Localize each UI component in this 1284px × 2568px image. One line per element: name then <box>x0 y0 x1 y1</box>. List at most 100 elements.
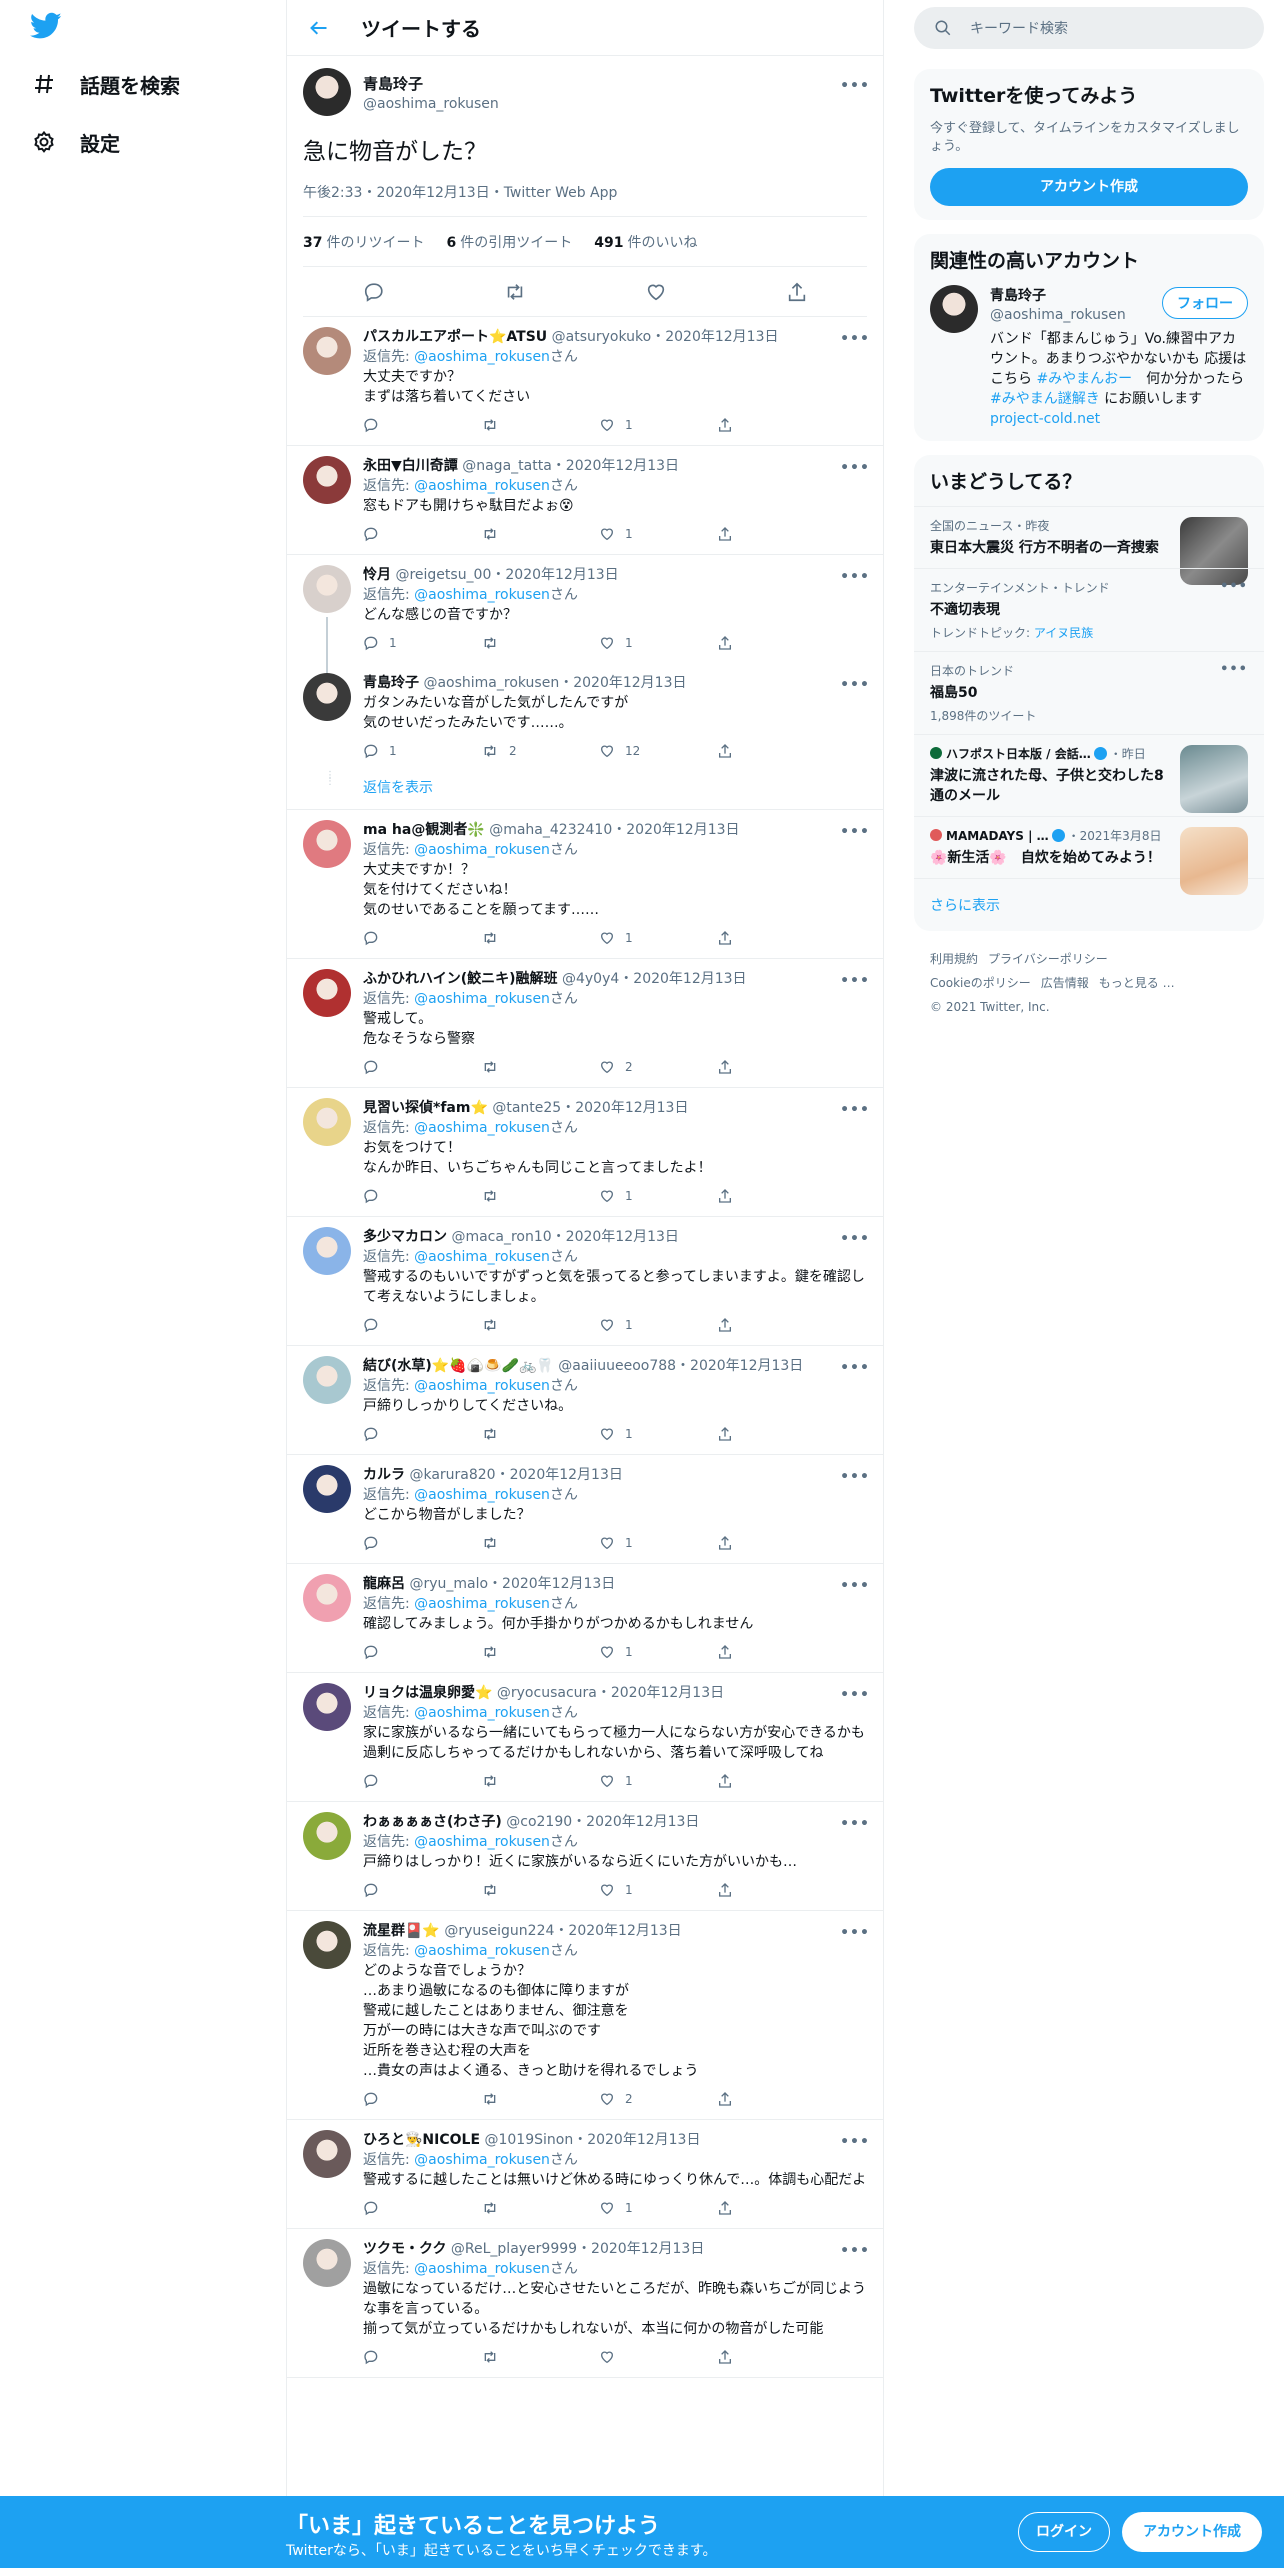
retweet-button[interactable] <box>481 526 599 542</box>
reply-button[interactable] <box>363 1773 481 1789</box>
reply-button[interactable] <box>363 930 481 946</box>
reply-button[interactable] <box>363 1644 481 1660</box>
more-options-icon[interactable]: ••• <box>1220 579 1248 594</box>
share-button[interactable] <box>717 635 835 651</box>
like-button[interactable]: 1 <box>599 930 717 946</box>
reply-tweet[interactable]: 青島玲子 @aoshima_rokusen・2020年12月13日 ガタンみたいな… <box>287 663 883 771</box>
follow-button[interactable]: フォロー <box>1162 287 1248 319</box>
like-button[interactable]: 1 <box>599 1535 717 1551</box>
reply-tweet[interactable]: わぁぁぁぁさ(わさ子) @co2190・2020年12月13日 返信先: @aos… <box>287 1802 883 1911</box>
trend-topic-link[interactable]: アイヌ民族 <box>1034 626 1093 640</box>
retweet-icon[interactable] <box>501 278 529 306</box>
nav-settings[interactable]: 設定 <box>30 122 120 162</box>
retweet-button[interactable]: 2 <box>481 743 599 759</box>
more-options-icon[interactable]: ••• <box>840 1467 869 1487</box>
reply-author-name[interactable]: 怜月 <box>363 567 391 583</box>
twitter-logo-icon[interactable] <box>29 12 64 46</box>
like-button[interactable]: 1 <box>599 1188 717 1204</box>
reply-to-mention[interactable]: @aoshima_rokusen <box>414 1705 550 1721</box>
reply-author-username[interactable]: @karura820 <box>409 1467 495 1483</box>
more-options-icon[interactable]: ••• <box>840 567 869 587</box>
reply-button[interactable]: 1 <box>363 635 481 651</box>
cookie-link[interactable]: Cookieのポリシー <box>930 976 1031 990</box>
avatar[interactable] <box>930 285 978 333</box>
like-button[interactable]: 1 <box>599 1882 717 1898</box>
like-button[interactable]: 12 <box>599 743 717 759</box>
reply-author-name[interactable]: 青島玲子 <box>363 675 419 691</box>
avatar[interactable] <box>303 1683 351 1731</box>
reply-to-mention[interactable]: @aoshima_rokusen <box>414 1943 550 1959</box>
avatar[interactable] <box>303 1227 351 1275</box>
terms-link[interactable]: 利用規約 <box>930 952 978 966</box>
avatar[interactable] <box>303 327 351 375</box>
more-options-icon[interactable]: ••• <box>840 458 869 478</box>
reply-author-name[interactable]: ツクモ・クク <box>363 2241 446 2257</box>
more-options-icon[interactable]: ••• <box>1220 662 1248 677</box>
reply-author-name[interactable]: ma ha@観測者❇️ <box>363 822 485 838</box>
reply-date[interactable]: ・2020年12月13日 <box>554 1923 681 1939</box>
share-button[interactable] <box>717 1059 835 1075</box>
reply-author-username[interactable]: @ryu_malo <box>409 1576 488 1592</box>
reply-author-username[interactable]: @aoshima_rokusen <box>423 675 559 691</box>
reply-tweet[interactable]: 永田▼白川奇譚 @naga_tatta・2020年12月13日 返信先: @aos… <box>287 446 883 555</box>
reply-author-username[interactable]: @ryocusacura <box>497 1685 597 1701</box>
reply-author-name[interactable]: 結び(水草)⭐🍓🍙🍮🥒🚲🦷 <box>363 1358 554 1374</box>
more-options-icon[interactable]: ••• <box>840 329 869 349</box>
reply-tweet[interactable]: ひろと👨‍🍳NICOLE @1019Sinon・2020年12月13日 返信先: … <box>287 2120 883 2229</box>
reply-date[interactable]: ・2020年12月13日 <box>488 1576 615 1592</box>
share-button[interactable] <box>717 930 835 946</box>
avatar[interactable] <box>303 565 351 613</box>
signup-button[interactable]: アカウント作成 <box>930 168 1248 206</box>
reply-button[interactable] <box>363 1426 481 1442</box>
like-button[interactable] <box>599 2349 717 2365</box>
retweet-button[interactable] <box>481 1317 599 1333</box>
avatar[interactable] <box>303 1921 351 1969</box>
like-button[interactable]: 1 <box>599 1426 717 1442</box>
signup-banner-button[interactable]: アカウント作成 <box>1122 2512 1262 2552</box>
quote-count-link[interactable]: 6 件の引用ツイート <box>446 232 572 252</box>
reply-date[interactable]: ・2020年12月13日 <box>573 2132 700 2148</box>
avatar[interactable] <box>303 456 351 504</box>
avatar[interactable] <box>303 969 351 1017</box>
back-arrow-icon[interactable] <box>301 10 337 46</box>
hashtag-link[interactable]: #みやまんおー <box>1036 371 1132 387</box>
reply-date[interactable]: ・2020年12月13日 <box>597 1685 724 1701</box>
avatar[interactable] <box>303 1574 351 1622</box>
reply-author-username[interactable]: @maca_ron10 <box>451 1229 551 1245</box>
reply-date[interactable]: ・2020年12月13日 <box>619 971 746 987</box>
share-button[interactable] <box>717 1188 835 1204</box>
reply-author-name[interactable]: カルラ <box>363 1467 405 1483</box>
trend-item[interactable]: エンターテインメント・トレンド 不適切表現 トレンドトピック: アイヌ民族 ••… <box>914 568 1264 651</box>
reply-date[interactable]: ・2020年12月13日 <box>572 1814 699 1830</box>
reply-icon[interactable] <box>360 278 388 306</box>
reply-tweet[interactable]: 見習い探偵*fam⭐ @tante25・2020年12月13日 返信先: @aos… <box>287 1088 883 1217</box>
avatar[interactable] <box>303 673 351 721</box>
reply-to-mention[interactable]: @aoshima_rokusen <box>414 1249 550 1265</box>
reply-date[interactable]: ・2020年12月13日 <box>559 675 686 691</box>
reply-tweet[interactable]: 怜月 @reigetsu_00・2020年12月13日 返信先: @aoshima… <box>287 555 883 663</box>
more-options-icon[interactable]: ••• <box>840 1814 869 1834</box>
reply-date[interactable]: ・2020年12月13日 <box>676 1358 803 1374</box>
like-button[interactable]: 1 <box>599 1317 717 1333</box>
reply-button[interactable]: 1 <box>363 743 481 759</box>
reply-date[interactable]: ・2020年12月13日 <box>561 1100 688 1116</box>
reply-date[interactable]: ・2020年12月13日 <box>496 1467 623 1483</box>
like-button[interactable]: 1 <box>599 417 717 433</box>
share-button[interactable] <box>717 743 835 759</box>
reply-to-mention[interactable]: @aoshima_rokusen <box>414 349 550 365</box>
like-button[interactable]: 1 <box>599 2200 717 2216</box>
share-button[interactable] <box>717 1644 835 1660</box>
retweet-button[interactable] <box>481 417 599 433</box>
avatar[interactable] <box>303 2130 351 2178</box>
reply-tweet[interactable]: 流星群🎴⭐ @ryuseigun224・2020年12月13日 返信先: @aos… <box>287 1911 883 2120</box>
reply-author-name[interactable]: パスカルエアポート⭐ATSU <box>363 329 547 345</box>
trend-item[interactable]: MAMADAYS | … ・2021年3月8日 🌸新生活🌸 自炊を始めてみよう！ <box>914 816 1264 895</box>
more-options-icon[interactable]: ••• <box>840 1685 869 1705</box>
search-input[interactable]: キーワード検索 <box>970 18 1068 38</box>
reply-tweet[interactable]: リョクは温泉卵愛⭐ @ryocusacura・2020年12月13日 返信先: @… <box>287 1673 883 1802</box>
avatar[interactable] <box>303 2239 351 2287</box>
reply-button[interactable] <box>363 1059 481 1075</box>
share-button[interactable] <box>717 2200 835 2216</box>
like-button[interactable]: 1 <box>599 635 717 651</box>
reply-author-name[interactable]: リョクは温泉卵愛⭐ <box>363 1685 492 1701</box>
